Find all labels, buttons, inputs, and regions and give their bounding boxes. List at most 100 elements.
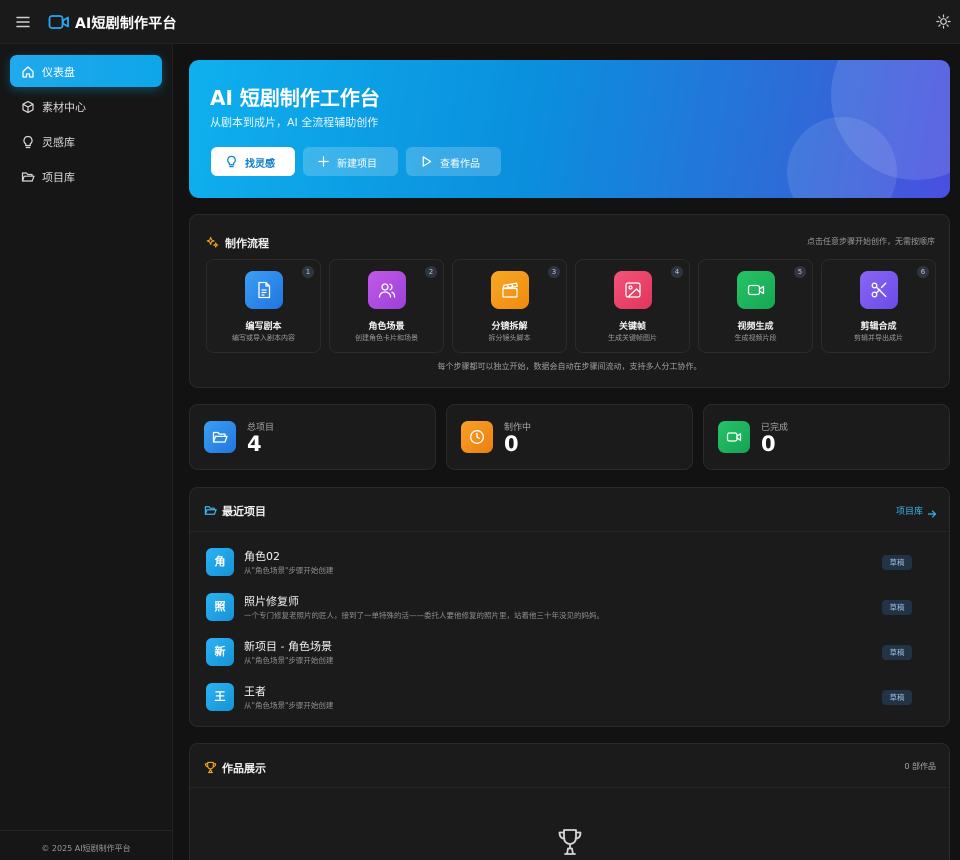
button-label: 新建项目 — [337, 159, 377, 170]
step-card-script[interactable]: 1 编写剧本 编写或导入剧本内容 — [206, 259, 321, 353]
menu-icon[interactable] — [14, 13, 32, 31]
stat-card-completed: 已完成 0 — [703, 404, 950, 470]
folder-open-icon — [204, 502, 217, 515]
step-desc: 创建角色卡片和场景 — [355, 334, 418, 342]
play-icon — [420, 155, 433, 168]
clock-icon — [461, 421, 493, 453]
scissors-icon — [860, 271, 898, 309]
status-badge: 草稿 — [882, 555, 912, 570]
arrow-right-icon[interactable] — [927, 504, 937, 518]
works-showcase-card: 作品展示 0 部作品 — [189, 743, 950, 860]
stat-card-in-progress: 制作中 0 — [446, 404, 693, 470]
status-badge: 草稿 — [882, 690, 912, 705]
sidebar-item-inspiration[interactable]: 灵感库 — [10, 125, 162, 157]
step-name: 剪辑合成 — [860, 322, 897, 332]
document-icon — [245, 271, 283, 309]
step-number: 6 — [917, 266, 929, 278]
project-desc: 从"角色场景"步骤开始创建 — [244, 566, 334, 575]
divider — [190, 787, 949, 788]
new-project-button[interactable]: 新建项目 — [303, 147, 398, 176]
view-works-button[interactable]: 查看作品 — [406, 147, 501, 176]
works-count: 0 部作品 — [904, 762, 936, 771]
sparkles-icon — [206, 234, 219, 248]
find-inspiration-button[interactable]: 找灵感 — [211, 147, 295, 176]
sun-icon[interactable] — [936, 14, 951, 29]
sidebar-item-label: 灵感库 — [42, 136, 75, 149]
workflow-card: 制作流程 点击任意步骤开始创作，无需按顺序 1 编写剧本 编写或导入剧本内容 2… — [189, 214, 950, 388]
cube-icon — [21, 99, 35, 114]
step-desc: 生成视频片段 — [734, 334, 777, 342]
step-desc: 剪辑并导出成片 — [854, 334, 903, 342]
step-card-storyboard[interactable]: 3 分镜拆解 拆分镜头脚本 — [452, 259, 567, 353]
project-desc: 一个专门修复老照片的匠人，接到了一单特殊的活——委托人要他修复的照片里，站着他三… — [244, 611, 604, 620]
step-card-keyframes[interactable]: 4 关键帧 生成关键帧图片 — [575, 259, 690, 353]
project-name: 新项目 - 角色场景 — [244, 640, 332, 653]
sidebar-footer: © 2025 AI短剧制作平台 — [0, 830, 172, 860]
plus-icon — [317, 155, 330, 168]
sidebar-item-projects[interactable]: 项目库 — [10, 160, 162, 192]
button-label: 查看作品 — [440, 159, 480, 170]
step-name: 分镜拆解 — [491, 322, 528, 332]
step-desc: 编写或导入剧本内容 — [232, 334, 295, 342]
project-name: 角色02 — [244, 550, 280, 563]
app-title: AI短剧制作平台 — [75, 16, 177, 32]
status-badge: 草稿 — [882, 645, 912, 660]
hero-subtitle: 从剧本到成片，AI 全流程辅助创作 — [210, 116, 379, 129]
recent-projects-card: 最近项目 项目库 角 角色02 从"角色场景"步骤开始创建 草稿 照 照片修复师… — [189, 487, 950, 727]
copyright-text: © 2025 AI短剧制作平台 — [41, 844, 131, 853]
video-icon — [718, 421, 750, 453]
project-name: 照片修复师 — [244, 595, 299, 608]
project-row[interactable]: 新 新项目 - 角色场景 从"角色场景"步骤开始创建 草稿 — [206, 636, 934, 670]
sidebar-item-label: 仪表盘 — [42, 66, 75, 79]
project-avatar: 王 — [206, 683, 234, 711]
step-desc: 生成关键帧图片 — [608, 334, 657, 342]
step-number: 3 — [548, 266, 560, 278]
workflow-note: 每个步骤都可以独立开始，数据会自动在步骤间流动，支持多人分工协作。 — [437, 362, 702, 371]
users-icon — [368, 271, 406, 309]
step-number: 1 — [302, 266, 314, 278]
project-avatar: 照 — [206, 593, 234, 621]
sidebar-item-label: 项目库 — [42, 171, 75, 184]
workflow-hint: 点击任意步骤开始创作，无需按顺序 — [807, 237, 935, 246]
project-name: 王者 — [244, 685, 266, 698]
trophy-icon — [557, 828, 583, 856]
video-icon — [737, 271, 775, 309]
stat-card-total: 总项目 4 — [189, 404, 436, 470]
workflow-title: 制作流程 — [225, 237, 269, 250]
button-label: 找灵感 — [245, 159, 275, 170]
project-desc: 从"角色场景"步骤开始创建 — [244, 656, 334, 665]
project-avatar: 新 — [206, 638, 234, 666]
project-avatar: 角 — [206, 548, 234, 576]
stat-value: 0 — [504, 432, 519, 456]
trophy-icon — [204, 759, 217, 774]
divider — [190, 531, 949, 532]
project-library-link[interactable]: 项目库 — [896, 504, 923, 517]
stat-value: 4 — [247, 432, 262, 456]
step-number: 2 — [425, 266, 437, 278]
step-card-video[interactable]: 5 视频生成 生成视频片段 — [698, 259, 813, 353]
sidebar-item-label: 素材中心 — [42, 101, 86, 114]
sidebar: 仪表盘 素材中心 灵感库 项目库 © 2025 AI短剧制作平台 — [0, 44, 173, 860]
status-badge: 草稿 — [882, 600, 912, 615]
hero-title: AI 短剧制作工作台 — [210, 86, 380, 110]
lightbulb-icon — [21, 134, 35, 149]
step-name: 编写剧本 — [245, 322, 282, 332]
step-name: 关键帧 — [618, 322, 646, 332]
project-row[interactable]: 角 角色02 从"角色场景"步骤开始创建 草稿 — [206, 546, 934, 580]
step-card-editing[interactable]: 6 剪辑合成 剪辑并导出成片 — [821, 259, 936, 353]
step-number: 5 — [794, 266, 806, 278]
step-name: 视频生成 — [737, 322, 774, 332]
hero-banner: AI 短剧制作工作台 从剧本到成片，AI 全流程辅助创作 找灵感 新建项目 查看… — [189, 60, 950, 198]
step-card-characters[interactable]: 2 角色场景 创建角色卡片和场景 — [329, 259, 444, 353]
step-name: 角色场景 — [368, 322, 405, 332]
clapperboard-icon — [491, 271, 529, 309]
sidebar-item-dashboard[interactable]: 仪表盘 — [10, 55, 162, 87]
top-bar: AI短剧制作平台 — [0, 0, 960, 44]
step-desc: 拆分镜头脚本 — [488, 334, 531, 342]
logo-video-icon — [48, 12, 70, 32]
project-row[interactable]: 照 照片修复师 一个专门修复老照片的匠人，接到了一单特殊的活——委托人要他修复的… — [206, 591, 934, 625]
project-row[interactable]: 王 王者 从"角色场景"步骤开始创建 草稿 — [206, 681, 934, 715]
sidebar-item-materials[interactable]: 素材中心 — [10, 90, 162, 122]
folder-open-icon — [204, 421, 236, 453]
lightbulb-icon — [225, 155, 238, 168]
